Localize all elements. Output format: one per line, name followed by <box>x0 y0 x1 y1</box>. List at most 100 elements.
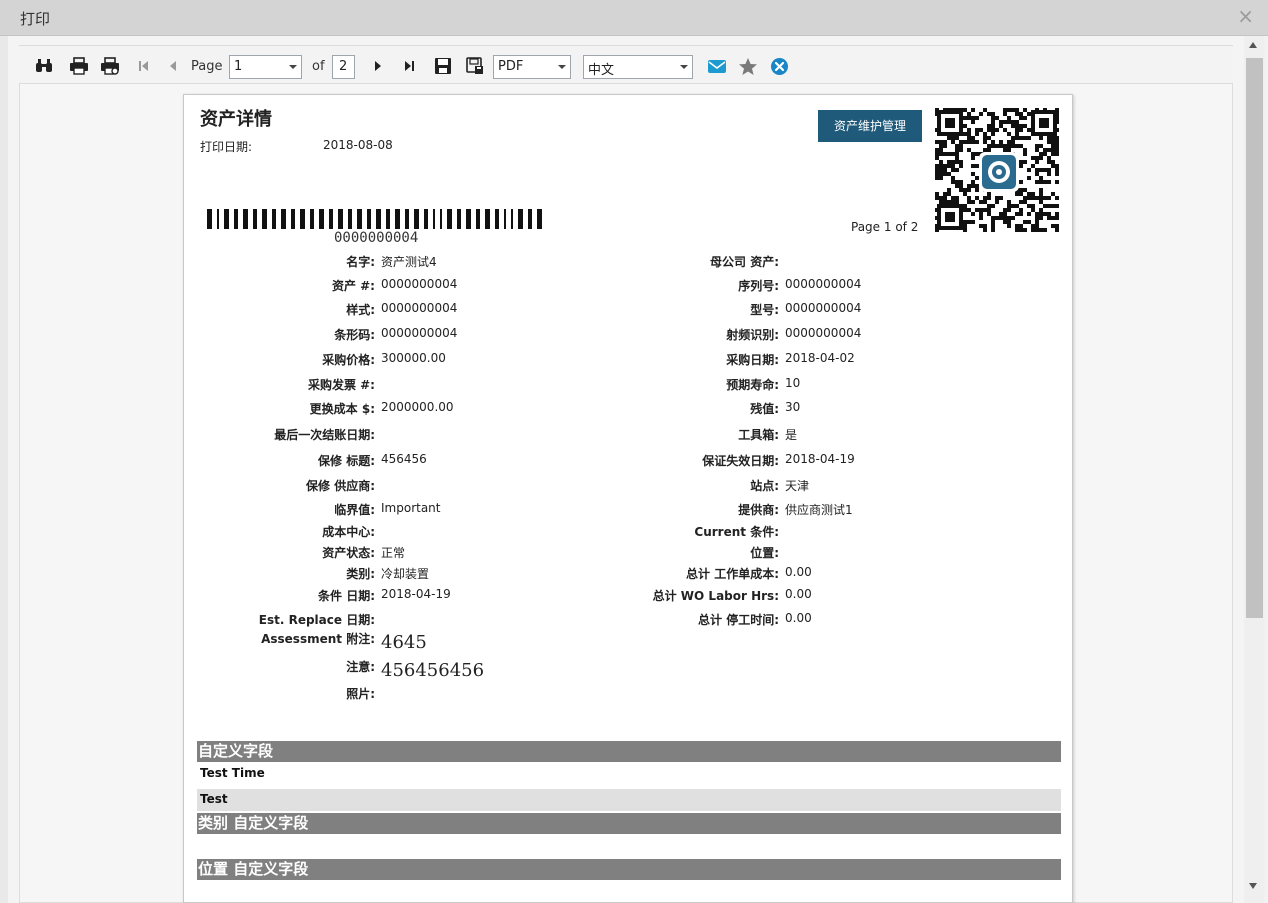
save-as-icon[interactable] <box>465 57 485 75</box>
field-label: 提供商: <box>738 503 779 517</box>
report-title: 资产详情 <box>200 109 272 130</box>
field-label: Current 条件: <box>694 525 779 539</box>
field-label: 采购日期: <box>726 353 779 367</box>
field-value: 0000000004 <box>785 277 862 291</box>
total-pages-value: 2 <box>339 59 348 74</box>
field-value: 0.00 <box>785 611 812 625</box>
field-label: 成本中心: <box>322 525 375 539</box>
field-label: 临界值: <box>334 503 375 517</box>
field-label: 资产状态: <box>322 546 375 560</box>
last-page-icon[interactable] <box>400 57 420 75</box>
dialog-close-icon[interactable]: × <box>1237 6 1254 26</box>
field-value: 2018-04-19 <box>785 452 855 466</box>
field-value: 供应商测试1 <box>785 503 853 517</box>
report-page: 资产详情 打印日期: 2018-08-08 资产维护管理 0000000004 … <box>183 94 1073 903</box>
field-value: 0000000004 <box>381 326 458 340</box>
page-count: Page 1 of 2 <box>851 220 919 234</box>
field-label: 名字: <box>346 255 375 269</box>
field-value: 10 <box>785 376 801 390</box>
field-label: 保修 供应商: <box>306 479 375 493</box>
language-value: 中文 <box>588 63 615 78</box>
total-pages-display: 2 <box>332 55 355 79</box>
dialog-left-edge <box>0 36 8 903</box>
print-setup-icon[interactable] <box>100 57 120 75</box>
field-value: 456456 <box>381 452 427 466</box>
field-value: 0.00 <box>785 565 812 579</box>
field-label: 站点: <box>750 479 779 493</box>
field-value: 0.00 <box>785 587 812 601</box>
scroll-down-arrow-icon[interactable] <box>1249 883 1257 889</box>
binoculars-icon[interactable] <box>34 57 54 75</box>
field-value: 2000000.00 <box>381 400 454 414</box>
print-date-value: 2018-08-08 <box>323 138 393 152</box>
category-custom-fields-header: 类别 自定义字段 <box>197 813 1061 834</box>
field-value: 0000000004 <box>785 326 862 340</box>
mail-icon[interactable] <box>707 57 727 75</box>
field-label: 条形码: <box>334 328 375 342</box>
export-format-select[interactable]: PDF <box>493 55 571 79</box>
field-label: 工具箱: <box>738 428 779 442</box>
next-page-icon[interactable] <box>368 57 388 75</box>
field-label: 注意: <box>346 660 375 674</box>
field-label: Est. Replace 日期: <box>258 613 375 627</box>
printer-icon[interactable] <box>69 57 89 75</box>
page-number-input[interactable]: 1 <box>229 55 302 79</box>
field-label: 总计 工作单成本: <box>686 567 779 581</box>
barcode-number: 0000000004 <box>334 230 419 246</box>
print-dialog: 打印 × Page 1 of 2 PDF 中文 资产详情 打印日期: 2018-… <box>0 0 1268 903</box>
page-label: Page <box>191 59 223 74</box>
field-value: 300000.00 <box>381 351 446 365</box>
field-label: 母公司 资产: <box>710 255 779 269</box>
dialog-titlebar: 打印 × <box>0 0 1268 36</box>
field-label: 类别: <box>346 567 375 581</box>
field-value: 456456456 <box>381 660 485 681</box>
brand-button[interactable]: 资产维护管理 <box>818 110 922 142</box>
export-format-value: PDF <box>498 59 524 74</box>
field-label: 资产 #: <box>331 279 375 293</box>
of-label: of <box>312 59 325 74</box>
star-icon[interactable] <box>738 57 758 75</box>
dialog-title: 打印 <box>20 10 51 28</box>
field-label: 预期寿命: <box>726 378 779 392</box>
report-toolbar: Page 1 of 2 PDF 中文 <box>19 46 1233 84</box>
field-value: 2018-04-02 <box>785 351 855 365</box>
field-value: 30 <box>785 400 801 414</box>
barcode-image <box>207 209 542 229</box>
field-value: 0000000004 <box>381 277 458 291</box>
save-icon[interactable] <box>433 57 453 75</box>
scroll-up-arrow-icon[interactable] <box>1249 42 1257 48</box>
field-value: 是 <box>785 428 798 442</box>
field-label: 样式: <box>346 303 375 317</box>
qr-code-icon <box>935 108 1059 232</box>
field-label: 型号: <box>750 303 779 317</box>
page-number-value: 1 <box>234 59 243 74</box>
custom-field-row: Test Time <box>200 766 265 780</box>
close-circle-icon[interactable] <box>769 57 789 75</box>
field-value: Important <box>381 501 441 515</box>
print-date-label: 打印日期: <box>200 140 253 154</box>
field-label: 采购发票 #: <box>307 378 375 392</box>
field-value: 2018-04-19 <box>381 587 451 601</box>
field-value: 正常 <box>381 546 406 560</box>
field-label: 最后一次结账日期: <box>274 428 375 442</box>
field-label: 射频识别: <box>726 328 779 342</box>
field-label: 保修 标题: <box>318 454 375 468</box>
field-label: Assessment 附注: <box>261 632 375 646</box>
field-value: 冷却装置 <box>381 567 430 581</box>
field-label: 采购价格: <box>322 353 375 367</box>
language-select[interactable]: 中文 <box>583 55 693 79</box>
chevron-down-icon <box>289 65 297 69</box>
field-label: 位置: <box>750 546 779 560</box>
location-custom-fields-header: 位置 自定义字段 <box>197 859 1061 880</box>
field-value: 4645 <box>381 632 427 653</box>
previous-page-icon[interactable] <box>163 57 183 75</box>
field-label: 残值: <box>750 402 779 416</box>
field-label: 总计 WO Labor Hrs: <box>652 589 779 603</box>
field-label: 条件 日期: <box>318 589 375 603</box>
field-label: 保证失效日期: <box>702 454 779 468</box>
field-value: 0000000004 <box>381 301 458 315</box>
field-value: 0000000004 <box>785 301 862 315</box>
scrollbar-thumb[interactable] <box>1246 58 1263 618</box>
first-page-icon[interactable] <box>133 57 153 75</box>
field-value: 资产测试4 <box>381 255 437 269</box>
